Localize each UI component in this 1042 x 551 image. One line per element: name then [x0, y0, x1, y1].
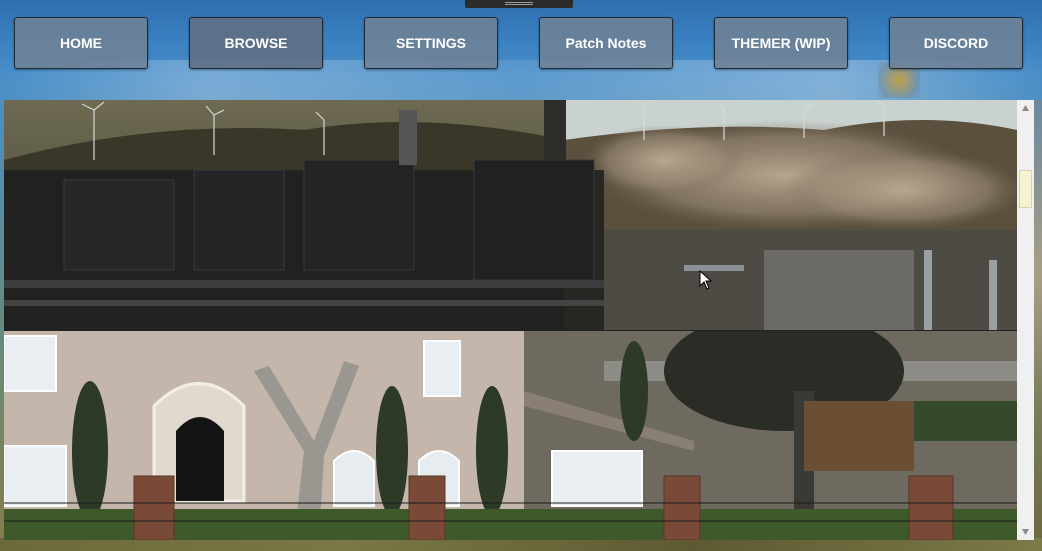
scroll-up-icon[interactable]: [1017, 100, 1034, 117]
house-street-illustration: [4, 331, 1017, 540]
scrollbar-thumb[interactable]: [1019, 170, 1032, 208]
top-navigation: HOME BROWSE SETTINGS Patch Notes THEMER …: [0, 0, 1042, 80]
scroll-down-icon[interactable]: [1017, 523, 1034, 540]
vertical-scrollbar[interactable]: [1017, 100, 1034, 540]
power-plant-illustration: [4, 100, 1017, 330]
themer-button[interactable]: THEMER (WIP): [714, 17, 848, 69]
patch-notes-button[interactable]: Patch Notes: [539, 17, 673, 69]
mouse-cursor-icon: [699, 269, 713, 295]
discord-button[interactable]: DISCORD: [889, 17, 1023, 69]
image-gallery: [4, 100, 1034, 540]
home-button[interactable]: HOME: [14, 17, 148, 69]
gallery-image-power-plant[interactable]: [4, 100, 1017, 330]
settings-button[interactable]: SETTINGS: [364, 17, 498, 69]
gallery-image-house-street[interactable]: [4, 331, 1017, 540]
browse-button[interactable]: BROWSE: [189, 17, 323, 69]
background-edge: [1034, 100, 1042, 540]
